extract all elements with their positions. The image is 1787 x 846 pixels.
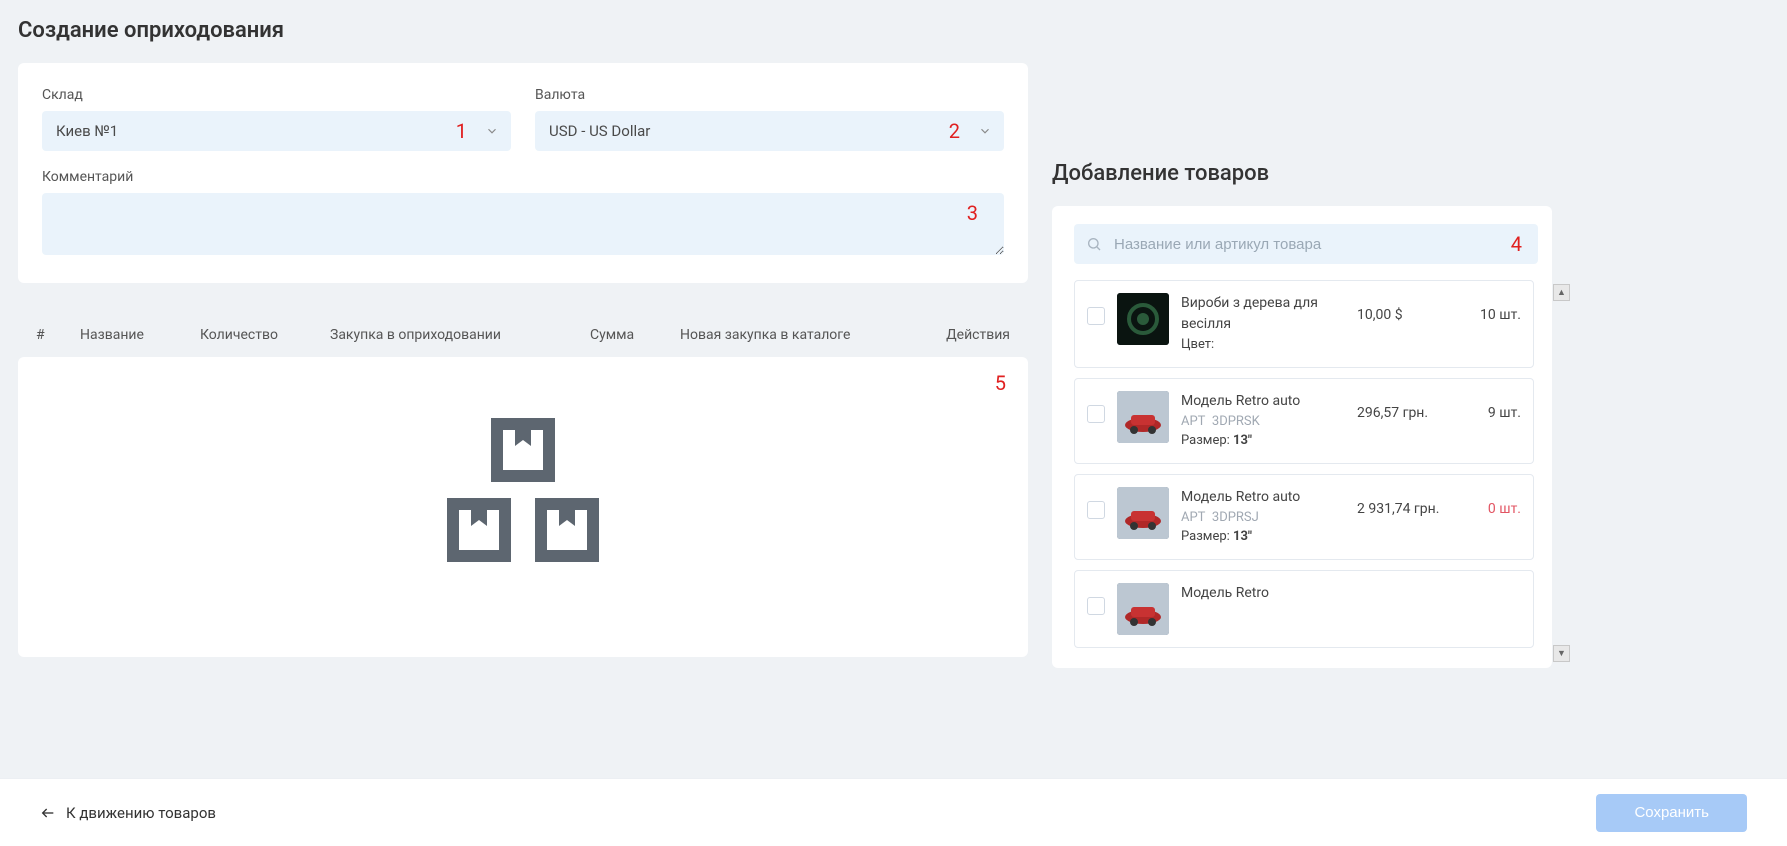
product-stock: 0 шт.	[1469, 487, 1521, 517]
annotation-3: 3	[967, 201, 978, 225]
th-qty: Количество	[200, 327, 330, 343]
product-price: 10,00 $	[1357, 293, 1457, 323]
product-info: Модель Retro	[1181, 583, 1345, 604]
product-thumbnail	[1117, 391, 1169, 443]
arrow-left-icon	[40, 805, 56, 821]
back-link[interactable]: К движению товаров	[40, 804, 216, 822]
comment-textarea[interactable]	[42, 193, 1004, 255]
items-table-header: # Название Количество Закупка в оприходо…	[18, 313, 1028, 357]
product-thumbnail	[1117, 487, 1169, 539]
product-price	[1357, 583, 1457, 597]
th-name: Название	[80, 327, 200, 343]
product-attr: Цвет:	[1181, 335, 1345, 355]
annotation-1: 1	[456, 119, 467, 143]
th-actions: Действия	[940, 327, 1010, 343]
product-stock	[1469, 583, 1521, 597]
product-info: Модель Retro autoАРТ 3DPRSKРазмер: 13"	[1181, 391, 1345, 451]
scrollbar[interactable]: ▲ ▼	[1553, 284, 1570, 662]
product-thumbnail	[1117, 293, 1169, 345]
product-item[interactable]: Модель Retro autoАРТ 3DPRSKРазмер: 13" 29…	[1074, 378, 1534, 464]
product-attr: Размер: 13"	[1181, 431, 1345, 451]
save-button[interactable]: Сохранить	[1596, 794, 1747, 832]
empty-boxes-icon	[433, 412, 613, 572]
product-name: Модель Retro	[1181, 583, 1345, 604]
product-list[interactable]: Вироби з дерева для весілляЦвет: 10,00 $…	[1074, 280, 1538, 658]
product-panel: 4 Вироби з дерева для весілляЦвет: 10,00…	[1052, 206, 1552, 668]
currency-value: USD - US Dollar	[549, 122, 650, 140]
th-sum: Сумма	[590, 327, 680, 343]
warehouse-select[interactable]: Киев №1 1	[42, 111, 511, 151]
product-sku: АРТ 3DPRSJ	[1181, 508, 1345, 528]
chevron-down-icon	[485, 124, 499, 138]
footer-bar: К движению товаров Сохранить	[0, 778, 1787, 846]
currency-label: Валюта	[535, 87, 1004, 103]
warehouse-value: Киев №1	[56, 122, 118, 140]
product-stock: 10 шт.	[1469, 293, 1521, 323]
th-purchase: Закупка в оприходовании	[330, 327, 590, 343]
empty-items-panel: 5	[18, 357, 1028, 657]
product-name: Вироби з дерева для весілля	[1181, 293, 1345, 335]
product-attr: Размер: 13"	[1181, 527, 1345, 547]
currency-select[interactable]: USD - US Dollar 2	[535, 111, 1004, 151]
scroll-up-icon[interactable]: ▲	[1553, 284, 1570, 301]
back-label: К движению товаров	[66, 804, 216, 822]
scroll-down-icon[interactable]: ▼	[1553, 645, 1570, 662]
product-checkbox[interactable]	[1087, 597, 1105, 615]
product-info: Модель Retro autoАРТ 3DPRSJРазмер: 13"	[1181, 487, 1345, 547]
product-checkbox[interactable]	[1087, 501, 1105, 519]
product-stock: 9 шт.	[1469, 391, 1521, 421]
th-catalog: Новая закупка в каталоге	[680, 327, 940, 343]
chevron-down-icon	[978, 124, 992, 138]
page-title: Создание оприходования	[18, 18, 1787, 43]
add-products-title: Добавление товаров	[1052, 161, 1552, 186]
product-info: Вироби з дерева для весілляЦвет:	[1181, 293, 1345, 355]
product-search-input[interactable]	[1074, 224, 1538, 264]
product-item[interactable]: Модель Retro autoАРТ 3DPRSJРазмер: 13" 2 …	[1074, 474, 1534, 560]
product-name: Модель Retro auto	[1181, 487, 1345, 508]
warehouse-label: Склад	[42, 87, 511, 103]
annotation-4: 4	[1511, 232, 1522, 256]
product-price: 2 931,74 грн.	[1357, 487, 1457, 517]
annotation-2: 2	[949, 119, 960, 143]
product-checkbox[interactable]	[1087, 307, 1105, 325]
product-item[interactable]: Вироби з дерева для весілляЦвет: 10,00 $…	[1074, 280, 1534, 368]
product-price: 296,57 грн.	[1357, 391, 1457, 421]
comment-label: Комментарий	[42, 169, 1004, 185]
product-name: Модель Retro auto	[1181, 391, 1345, 412]
product-sku: АРТ 3DPRSK	[1181, 412, 1345, 432]
form-card: Склад Киев №1 1 Валюта USD - US Dollar 2	[18, 63, 1028, 283]
product-checkbox[interactable]	[1087, 405, 1105, 423]
search-icon	[1086, 236, 1102, 252]
product-thumbnail	[1117, 583, 1169, 635]
th-num: #	[36, 327, 80, 343]
annotation-5: 5	[995, 371, 1006, 395]
product-item[interactable]: Модель Retro	[1074, 570, 1534, 648]
